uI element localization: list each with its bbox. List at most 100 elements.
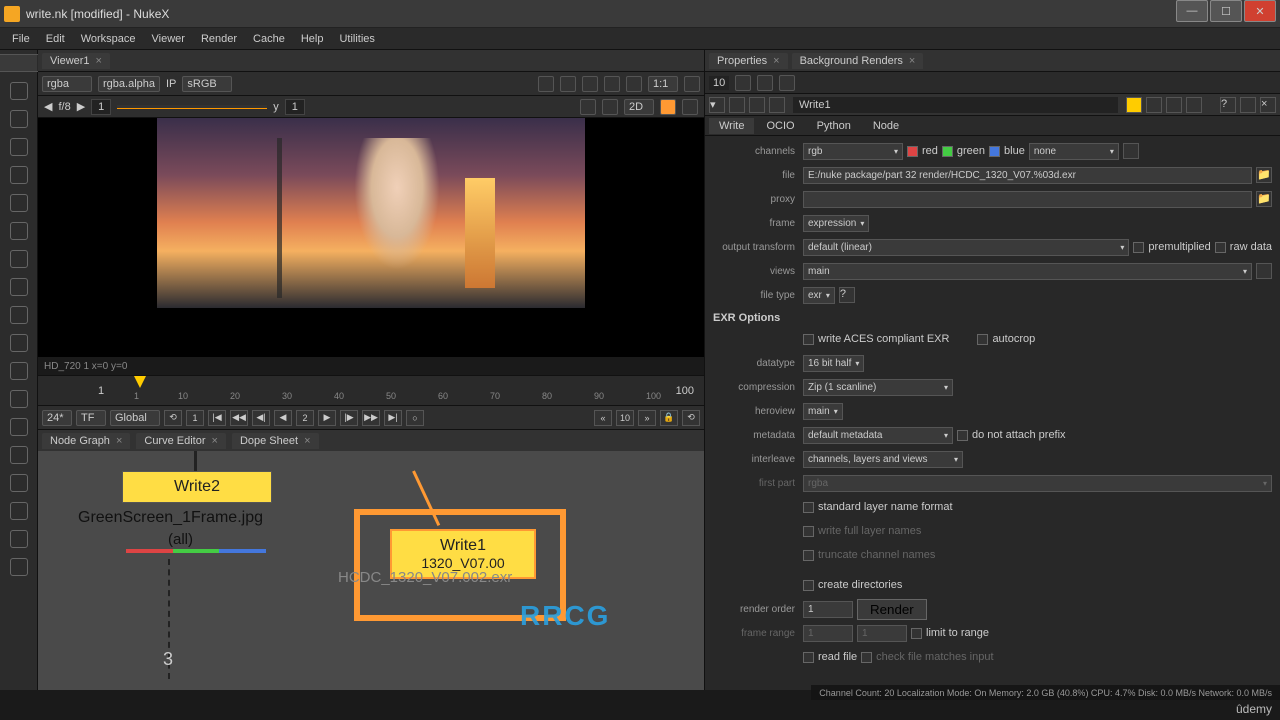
framerange-a-input[interactable]	[803, 625, 853, 642]
colorspace-dropdown[interactable]: sRGB	[182, 76, 232, 92]
float-icon[interactable]	[1166, 97, 1182, 113]
chk-blue[interactable]	[989, 146, 1000, 157]
close-node-icon[interactable]: ×	[1260, 97, 1276, 113]
tool-ring-icon[interactable]	[10, 390, 28, 408]
chk-fulllayer[interactable]	[803, 526, 814, 537]
menu-cache[interactable]: Cache	[245, 31, 293, 47]
chk-checkmatch[interactable]	[861, 652, 872, 663]
tool-brush-icon[interactable]	[10, 82, 28, 100]
tool-gear-icon[interactable]	[10, 558, 28, 576]
tool-lines-icon[interactable]	[10, 138, 28, 156]
next-frame-icon[interactable]: ▶	[77, 100, 85, 113]
help-icon[interactable]: ?	[1220, 97, 1236, 113]
revert-icon[interactable]	[1240, 97, 1256, 113]
refresh-icon[interactable]	[582, 76, 598, 92]
color-node-icon[interactable]	[1126, 97, 1142, 113]
last-frame-icon[interactable]: ▶|	[384, 410, 402, 426]
chk-readfile[interactable]	[803, 652, 814, 663]
fps-dropdown[interactable]: 24*	[42, 410, 72, 426]
tab-properties[interactable]: Properties×	[709, 53, 788, 69]
chk-autocrop[interactable]	[977, 334, 988, 345]
sync-icon[interactable]: ⟲	[164, 410, 182, 426]
menu-workspace[interactable]: Workspace	[73, 31, 144, 47]
lock-icon[interactable]: 🔒	[660, 410, 678, 426]
clear-icon[interactable]	[757, 75, 773, 91]
more-icon[interactable]	[682, 99, 698, 115]
ptab-python[interactable]: Python	[807, 118, 861, 134]
first-frame-icon[interactable]: |◀	[208, 410, 226, 426]
center-icon[interactable]	[1146, 97, 1162, 113]
step-fwd-icon[interactable]: |▶	[340, 410, 358, 426]
proxy-input[interactable]	[803, 191, 1252, 208]
ratio-dropdown[interactable]: 1:1	[648, 76, 678, 92]
chk-createdirs[interactable]	[803, 580, 814, 591]
tool-x-icon[interactable]	[10, 446, 28, 464]
tab-nodegraph[interactable]: Node Graph×	[42, 433, 130, 449]
tool-arrow-icon[interactable]	[10, 222, 28, 240]
channel-a-dropdown[interactable]: rgba	[42, 76, 92, 92]
frame-input[interactable]: 1	[91, 99, 111, 115]
tool-select-icon[interactable]	[0, 54, 44, 72]
menu-edit[interactable]: Edit	[38, 31, 73, 47]
tool-spark-icon[interactable]	[10, 334, 28, 352]
lock-node-icon[interactable]	[729, 97, 745, 113]
channels-dropdown[interactable]: rgb	[803, 143, 903, 160]
filetype-dropdown[interactable]: exr	[803, 287, 835, 304]
menu-utilities[interactable]: Utilities	[331, 31, 382, 47]
redo-icon[interactable]	[769, 97, 785, 113]
list-icon[interactable]	[560, 76, 576, 92]
minimize-button[interactable]: —	[1176, 0, 1208, 22]
datatype-dropdown[interactable]: 16 bit half	[803, 355, 864, 372]
render-button[interactable]: Render	[857, 599, 927, 620]
chk-premult[interactable]	[1133, 242, 1144, 253]
yframe-input[interactable]: 1	[285, 99, 305, 115]
timeline[interactable]: 1 1 10 20 30 40 50 60 70 80 90 100 100	[38, 375, 704, 405]
node-name-input[interactable]: Write1	[793, 97, 1118, 113]
play-icon[interactable]	[604, 76, 620, 92]
viewer-tab[interactable]: Viewer1×	[42, 53, 110, 69]
channel-b-dropdown[interactable]: rgba.alpha	[98, 76, 160, 92]
edit-icon[interactable]	[779, 75, 795, 91]
close-tab-icon[interactable]: ×	[96, 55, 102, 67]
chk-limit[interactable]	[911, 628, 922, 639]
tab-dopesheet[interactable]: Dope Sheet×	[232, 433, 319, 449]
tool-card-icon[interactable]	[10, 474, 28, 492]
expand-icon[interactable]	[684, 76, 700, 92]
float2-icon[interactable]	[1186, 97, 1202, 113]
views-opts-icon[interactable]	[1256, 263, 1272, 279]
tool-cube-icon[interactable]	[10, 306, 28, 324]
tool-re-icon[interactable]	[10, 502, 28, 520]
filetype-help-icon[interactable]: ?	[839, 287, 855, 303]
pin-icon[interactable]	[735, 75, 751, 91]
proxy-browse-icon[interactable]: 📁	[1256, 191, 1272, 207]
viewer-canvas[interactable]	[38, 118, 704, 357]
tool-clock-icon[interactable]	[10, 110, 28, 128]
menu-viewer[interactable]: Viewer	[144, 31, 193, 47]
outxform-dropdown[interactable]: default (linear)	[803, 239, 1129, 256]
pencil-icon[interactable]	[660, 99, 676, 115]
menu-file[interactable]: File	[4, 31, 38, 47]
wipe-icon[interactable]	[602, 99, 618, 115]
interleave-dropdown[interactable]: channels, layers and views	[803, 451, 963, 468]
prev-key-icon[interactable]: ◀◀	[230, 410, 248, 426]
frame-dropdown[interactable]: expression	[803, 215, 869, 232]
compression-dropdown[interactable]: Zip (1 scanline)	[803, 379, 953, 396]
views-dropdown[interactable]: main	[803, 263, 1252, 280]
play-back-icon[interactable]: ◀	[274, 410, 292, 426]
crop-icon[interactable]	[580, 99, 596, 115]
play-fwd-icon[interactable]: ▶	[318, 410, 336, 426]
channels-opts-icon[interactable]	[1123, 143, 1139, 159]
cur2-input[interactable]: 2	[296, 410, 314, 426]
chk-trunc[interactable]	[803, 550, 814, 561]
l-icon[interactable]: »	[638, 410, 656, 426]
chk-green[interactable]	[942, 146, 953, 157]
playhead-marker[interactable]	[134, 376, 146, 388]
chk-noprefix[interactable]	[957, 430, 968, 441]
k-icon[interactable]: 10	[616, 410, 634, 426]
channels-none-dropdown[interactable]: none	[1029, 143, 1119, 160]
tool-layers-icon[interactable]	[10, 250, 28, 268]
tool-sphere-icon[interactable]	[10, 166, 28, 184]
tab-bgrender[interactable]: Background Renders×	[792, 53, 924, 69]
sync2-icon[interactable]: ⟲	[682, 410, 700, 426]
maximize-button[interactable]: ☐	[1210, 0, 1242, 22]
